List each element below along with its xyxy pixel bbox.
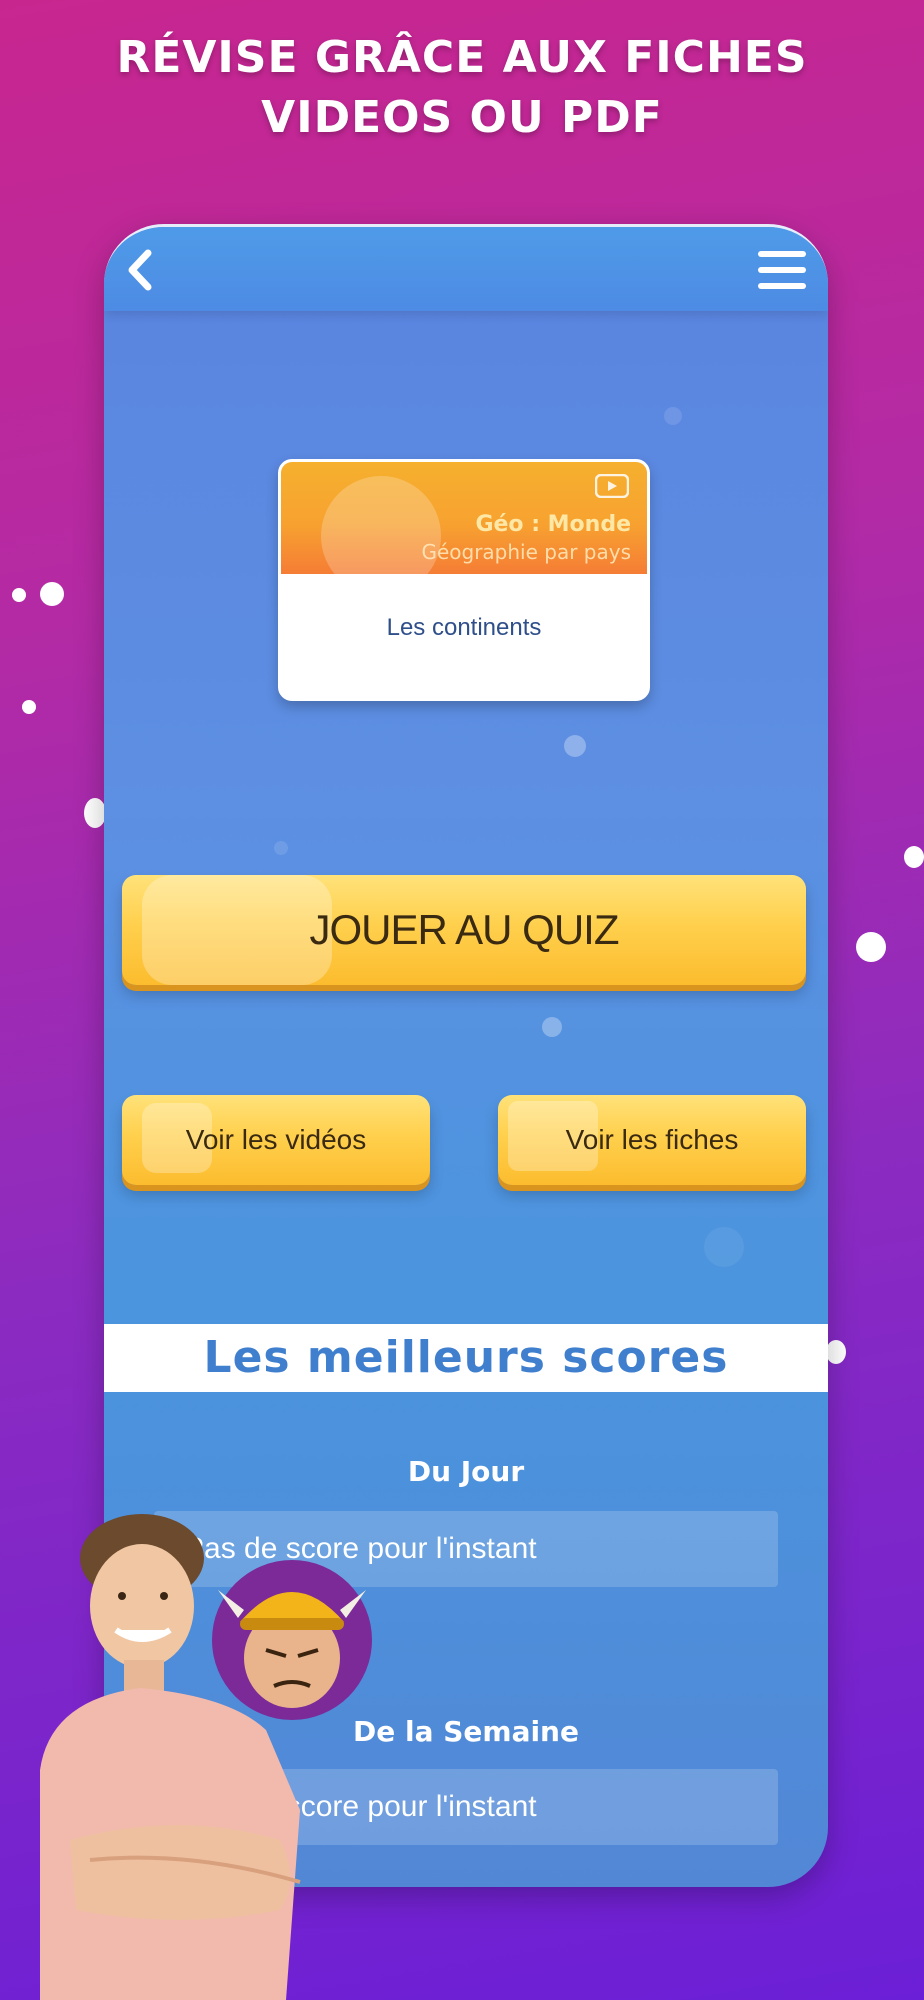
view-videos-button[interactable]: Voir les vidéos <box>122 1095 430 1185</box>
menu-button[interactable] <box>756 247 808 293</box>
daily-scores-title: Du Jour <box>407 1455 525 1488</box>
view-sheets-button[interactable]: Voir les fiches <box>498 1095 806 1185</box>
promo-headline: RÉVISE GRÂCE AUX FICHES VIDEOS OU PDF <box>0 28 924 148</box>
bokeh-dot <box>542 1017 562 1037</box>
headline-line-2: VIDEOS OU PDF <box>261 92 663 143</box>
play-quiz-button[interactable]: JOUER AU QUIZ <box>122 875 806 985</box>
bokeh-dot <box>274 841 288 855</box>
youtube-play-icon <box>595 474 629 498</box>
snow-dot <box>40 582 64 606</box>
snow-dot <box>856 932 886 962</box>
top-bar <box>104 227 828 311</box>
bokeh-dot <box>664 407 682 425</box>
view-sheets-label: Voir les fiches <box>565 1124 739 1155</box>
card-label: Les continents <box>386 614 542 641</box>
snow-dot <box>22 700 36 714</box>
topic-card[interactable]: Géo : Monde Géographie par pays Les cont… <box>278 459 650 701</box>
view-videos-label: Voir les vidéos <box>185 1124 367 1155</box>
headline-line-1: RÉVISE GRÂCE AUX FICHES <box>116 32 808 83</box>
hamburger-menu-icon <box>758 251 806 289</box>
card-subtitle: Géographie par pays <box>421 540 631 564</box>
play-quiz-label: JOUER AU QUIZ <box>309 906 619 953</box>
snow-dot <box>84 798 106 828</box>
card-banner: Géo : Monde Géographie par pays <box>281 462 647 596</box>
bokeh-dot <box>704 1227 744 1267</box>
chevron-left-icon <box>128 249 152 291</box>
back-button[interactable] <box>118 245 168 295</box>
globe-icon <box>321 476 441 596</box>
best-scores-title: Les meilleurs scores <box>104 1324 828 1392</box>
snow-dot <box>12 588 26 602</box>
bokeh-dot <box>564 735 586 757</box>
snow-dot <box>826 1340 846 1364</box>
card-title: Géo : Monde <box>475 512 631 537</box>
snow-dot <box>904 846 924 868</box>
student-and-mascot-illustration <box>40 1514 372 2000</box>
gamepad-icon <box>142 875 332 985</box>
